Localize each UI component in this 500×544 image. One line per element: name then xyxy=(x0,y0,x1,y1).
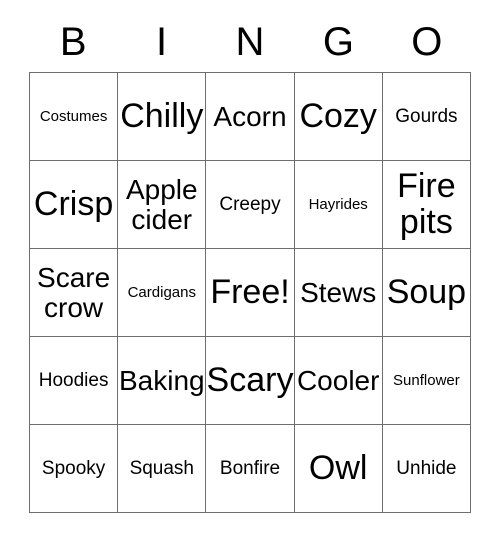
bingo-cell[interactable]: Soup xyxy=(382,249,471,337)
bingo-cell[interactable]: Chilly xyxy=(118,73,207,161)
bingo-cell-label: Soup xyxy=(386,272,467,311)
bingo-cell[interactable]: Crisp xyxy=(30,161,119,249)
bingo-cell[interactable]: Unhide xyxy=(382,425,471,513)
bingo-cell-label: Chilly xyxy=(120,96,204,135)
bingo-cell[interactable]: Cardigans xyxy=(118,249,207,337)
bingo-cell-label: Owl xyxy=(308,448,368,487)
bingo-cell-label: Squash xyxy=(129,457,195,479)
bingo-cell[interactable]: Costumes xyxy=(30,73,119,161)
bingo-cell[interactable]: Bonfire xyxy=(206,425,295,513)
bingo-cell[interactable]: Owl xyxy=(294,425,383,513)
bingo-cell-label: Acorn xyxy=(213,100,287,132)
bingo-cell-label: Hayrides xyxy=(308,195,368,213)
bingo-cell[interactable]: Apple cider xyxy=(118,161,207,249)
bingo-cell[interactable]: Gourds xyxy=(382,73,471,161)
bingo-cell-label: Cozy xyxy=(299,96,377,135)
bingo-cell[interactable]: Baking xyxy=(118,337,207,425)
bingo-cell[interactable]: Squash xyxy=(118,425,207,513)
bingo-cell[interactable]: Hoodies xyxy=(30,337,119,425)
bingo-cell-label: Fire pits xyxy=(397,167,456,241)
bingo-cell[interactable]: Creepy xyxy=(206,161,295,249)
bingo-header-letter-g: G xyxy=(322,20,354,64)
bingo-cell[interactable]: Cooler xyxy=(294,337,383,425)
bingo-cell[interactable]: Spooky xyxy=(30,425,119,513)
bingo-cell-label: Stews xyxy=(300,276,377,308)
bingo-cell-label: Cardigans xyxy=(127,283,196,301)
bingo-cell[interactable]: Acorn xyxy=(206,73,295,161)
bingo-cell-free-space[interactable]: Free! xyxy=(206,249,295,337)
bingo-cell-label: Scary xyxy=(206,360,294,399)
bingo-header-letter-o: O xyxy=(411,20,443,64)
bingo-cell[interactable]: Scary xyxy=(206,337,295,425)
bingo-cell-label: Sunflower xyxy=(393,371,460,389)
bingo-header-row: B I N G O xyxy=(29,14,471,70)
bingo-cell-label: Crisp xyxy=(33,184,114,223)
bingo-cell[interactable]: Hayrides xyxy=(294,161,383,249)
bingo-cell-label: Bonfire xyxy=(219,457,281,479)
bingo-cell[interactable]: Stews xyxy=(294,249,383,337)
bingo-cell[interactable]: Sunflower xyxy=(382,337,471,425)
bingo-cell-label: Apple cider xyxy=(125,174,198,235)
bingo-cell[interactable]: Cozy xyxy=(294,73,383,161)
bingo-cell[interactable]: Fire pits xyxy=(382,161,471,249)
bingo-cell-label: Spooky xyxy=(41,457,106,479)
bingo-cell-label: Scare crow xyxy=(37,262,111,323)
bingo-cell-label: Free! xyxy=(210,272,290,311)
bingo-header-letter-b: B xyxy=(59,20,87,64)
bingo-header-letter-n: N xyxy=(235,20,265,64)
bingo-card: B I N G O Costumes Chilly Acorn Cozy Gou… xyxy=(0,0,500,544)
bingo-cell-label: Gourds xyxy=(395,105,458,127)
bingo-cell-label: Creepy xyxy=(219,193,281,215)
bingo-cell-label: Costumes xyxy=(39,107,108,125)
bingo-cell[interactable]: Scare crow xyxy=(30,249,119,337)
bingo-grid: Costumes Chilly Acorn Cozy Gourds Crisp … xyxy=(29,72,471,513)
bingo-cell-label: Unhide xyxy=(396,457,457,479)
bingo-cell-label: Baking xyxy=(118,364,205,396)
bingo-header-letter-i: I xyxy=(156,20,168,64)
bingo-cell-label: Hoodies xyxy=(38,369,109,391)
bingo-cell-label: Cooler xyxy=(296,364,380,396)
